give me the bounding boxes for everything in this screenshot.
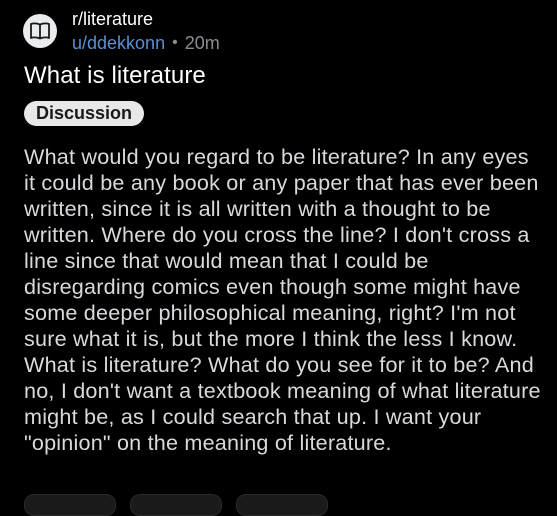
post-meta: r/literature u/ddekkonn • 20m	[72, 10, 220, 52]
byline: u/ddekkonn • 20m	[72, 34, 220, 52]
post-title: What is literature	[24, 62, 206, 89]
subreddit-name[interactable]: r/literature	[72, 10, 220, 28]
vote-action-pill[interactable]	[24, 494, 116, 516]
book-icon	[30, 22, 50, 40]
post-time: 20m	[184, 33, 220, 53]
post-actions	[24, 494, 328, 516]
subreddit-avatar[interactable]	[23, 14, 57, 48]
author-username[interactable]: u/ddekkonn	[72, 34, 165, 52]
post-detail: r/literature u/ddekkonn • 20m What is li…	[0, 0, 557, 516]
post-body: What would you regard to be literature? …	[24, 144, 541, 455]
post-header: r/literature u/ddekkonn • 20m	[23, 10, 220, 52]
comment-action-pill[interactable]	[130, 494, 222, 516]
share-action-pill[interactable]	[236, 494, 328, 516]
meta-separator: •	[172, 34, 178, 51]
post-flair[interactable]: Discussion	[24, 101, 145, 126]
